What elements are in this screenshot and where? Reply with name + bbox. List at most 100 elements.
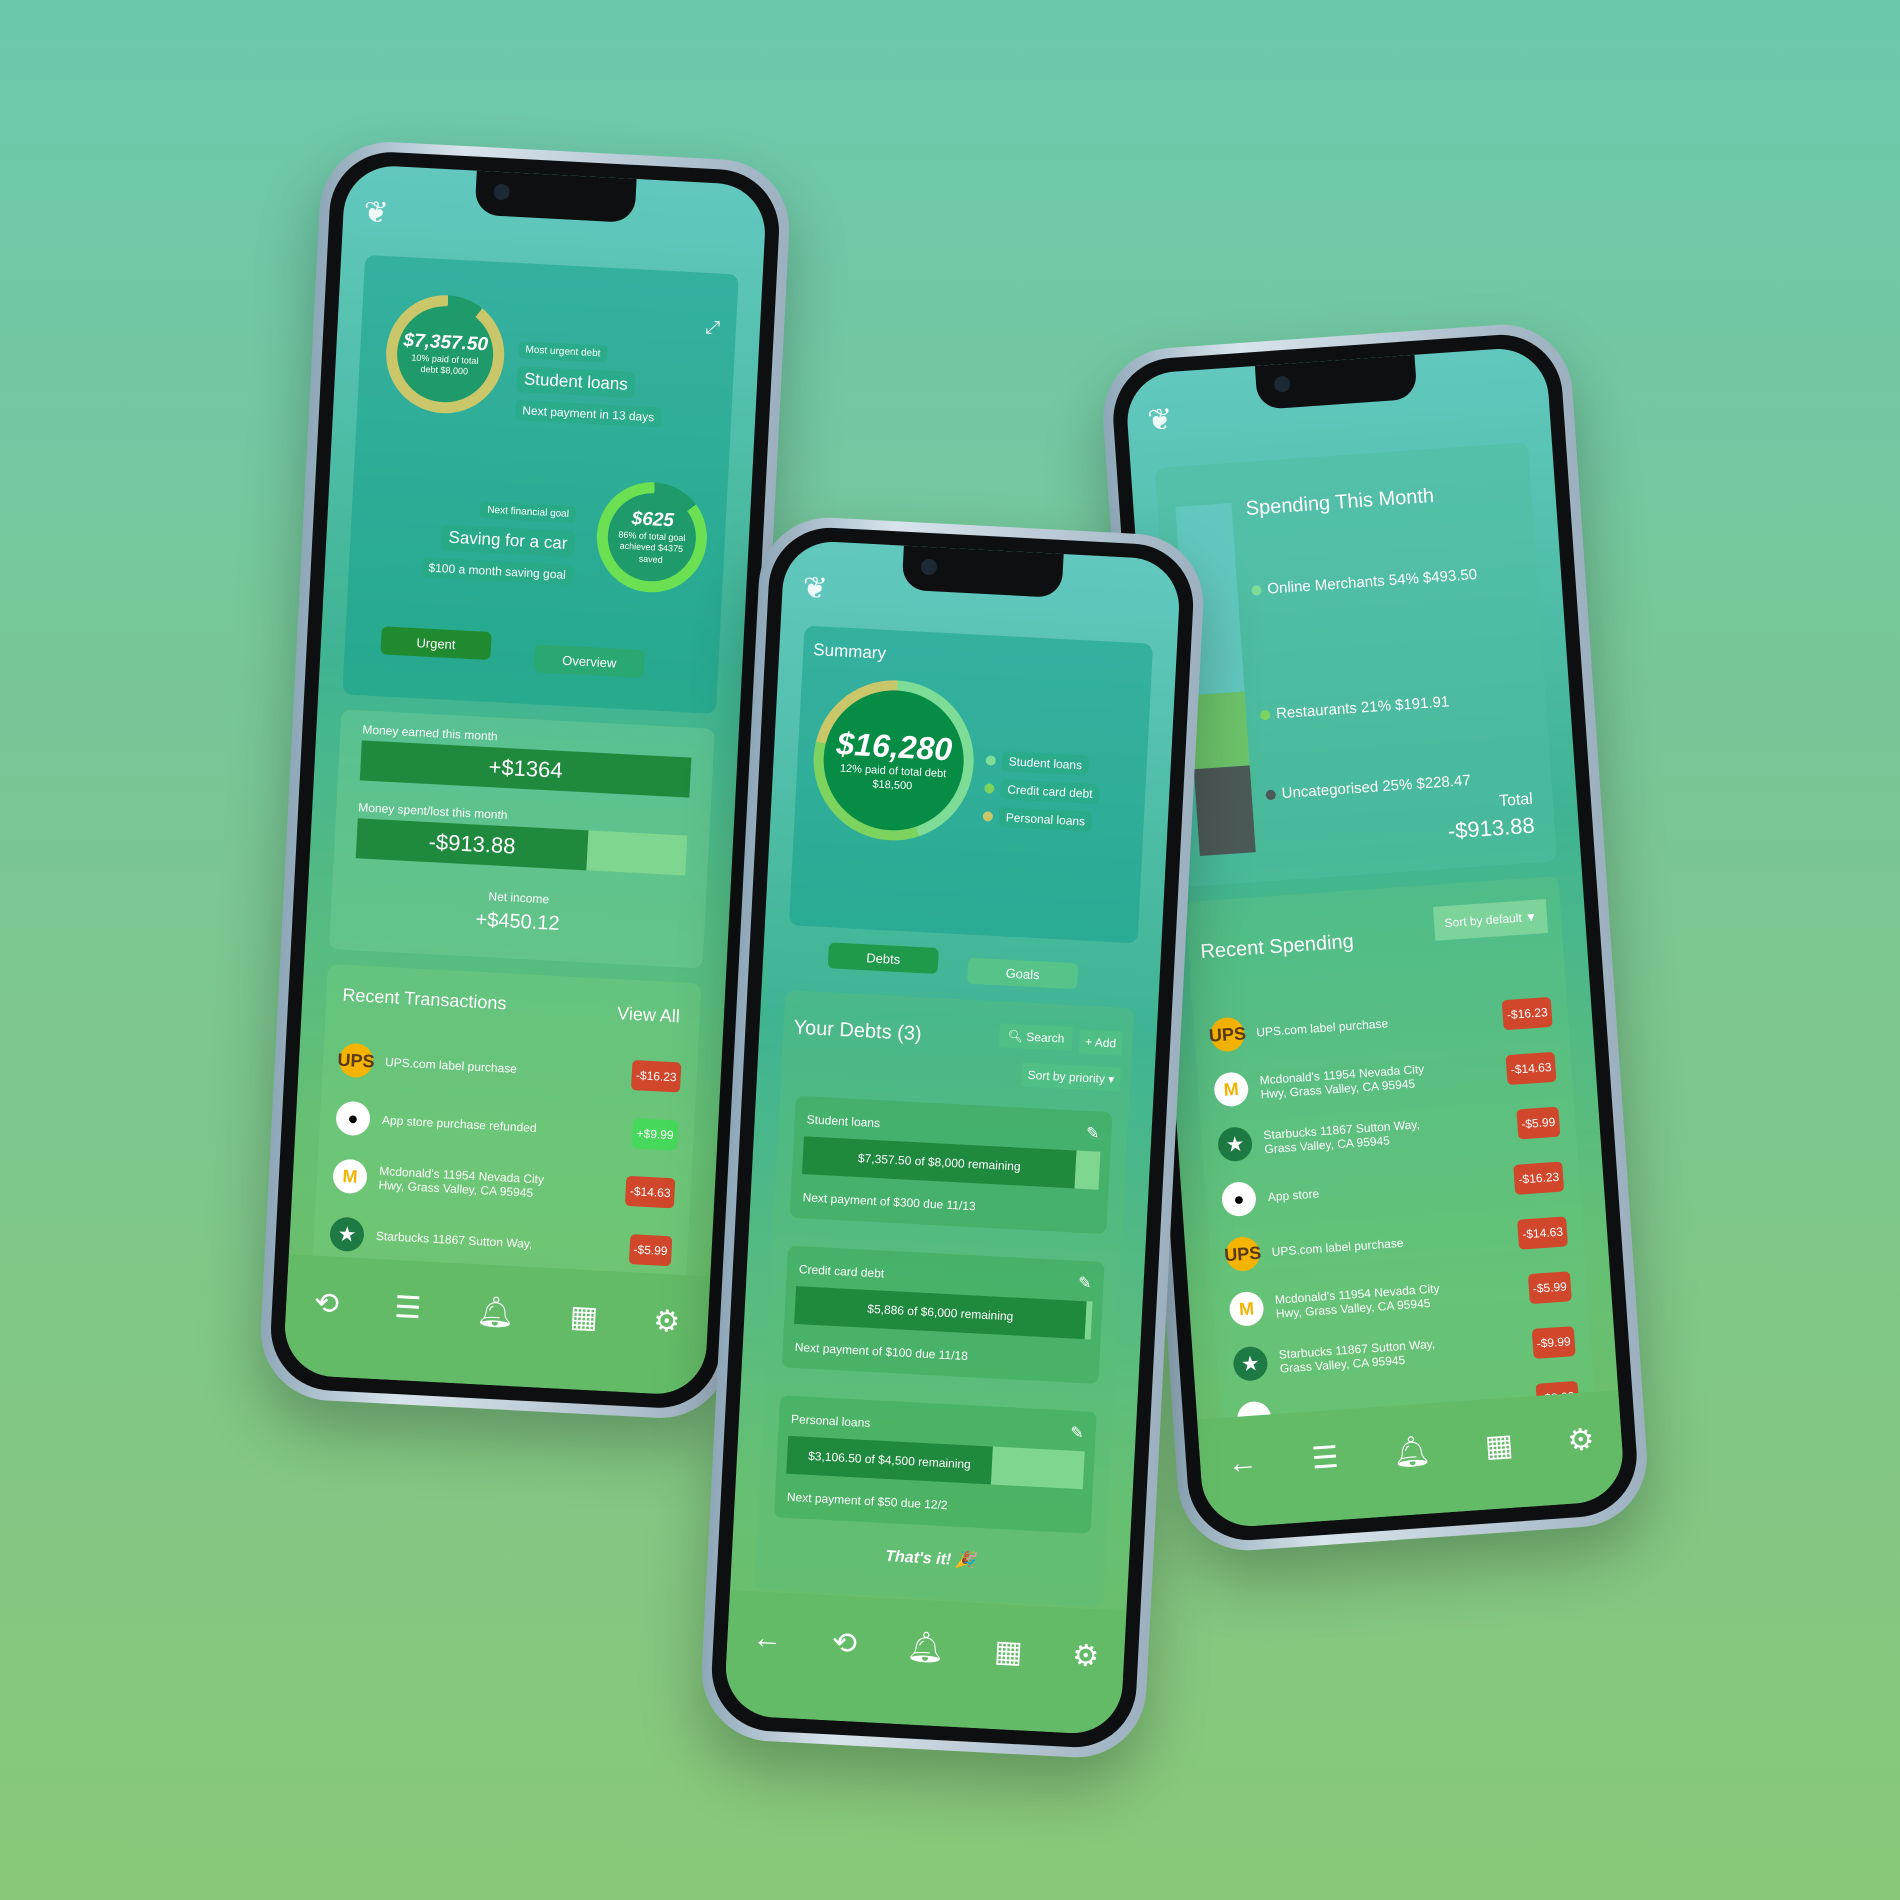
view-all-link[interactable]: View All bbox=[617, 1003, 681, 1027]
legend-item: Credit card debt bbox=[984, 778, 1101, 805]
legend-label: Student loans bbox=[1001, 751, 1090, 776]
legend-dot bbox=[1259, 709, 1271, 721]
phone-debts: ❦ Summary $16,280 12% paid of total debt … bbox=[698, 514, 1207, 1761]
category-text: Online Merchants 54% $493.50 bbox=[1266, 566, 1478, 598]
gear-icon[interactable]: ⚙ bbox=[652, 1303, 681, 1339]
summary-debt-ring: $16,280 12% paid of total debt $18,500 bbox=[809, 676, 978, 845]
ups-logo: UPS bbox=[1208, 1016, 1247, 1053]
apple-logo: ● bbox=[1220, 1180, 1258, 1218]
debt-item[interactable]: Student loans ✎ $7,357.50 of $8,000 remain… bbox=[789, 1095, 1113, 1235]
spending-category-label: Restaurants 21% $191.91 bbox=[1259, 693, 1450, 723]
legend-dot bbox=[985, 754, 997, 766]
tab-goals[interactable]: Goals bbox=[967, 957, 1079, 990]
transaction-amount: -$14.63 bbox=[1505, 1051, 1557, 1086]
apple-logo: ● bbox=[335, 1100, 371, 1137]
spending-segment bbox=[1193, 764, 1256, 857]
transaction-name: Mcdonald's 11954 Nevada City Hwy, Grass … bbox=[378, 1163, 545, 1200]
sort-dropdown[interactable]: Sort by default ▼ bbox=[1433, 898, 1549, 941]
calendar-icon[interactable]: ▦ bbox=[569, 1299, 599, 1335]
ups-logo: UPS bbox=[337, 1042, 375, 1079]
checklist-icon[interactable]: ☰ bbox=[1311, 1440, 1340, 1477]
add-debt-button[interactable]: + Add bbox=[1078, 1029, 1123, 1056]
transaction-name: App store bbox=[1267, 1186, 1320, 1205]
spent-bar: -$913.88 bbox=[355, 818, 688, 876]
transaction-amount: -$5.99 bbox=[1516, 1106, 1561, 1140]
goal-amount: $625 bbox=[631, 508, 675, 532]
edit-icon[interactable]: ✎ bbox=[1070, 1423, 1084, 1444]
spent-value: -$913.88 bbox=[355, 818, 589, 871]
urgent-debt-next: Next payment in 13 days bbox=[514, 400, 662, 428]
total-label: Total bbox=[1498, 790, 1534, 810]
back-arrow-icon[interactable]: ← bbox=[751, 1621, 784, 1657]
back-arrow-icon[interactable]: ← bbox=[1226, 1446, 1258, 1482]
bell-icon[interactable]: 🔔︎ bbox=[906, 1629, 946, 1666]
money-icon[interactable]: ⟲ bbox=[831, 1625, 858, 1661]
debt-remaining: $3,106.50 of $4,500 remaining bbox=[786, 1435, 993, 1485]
spending-card: Spending This Month Online Merchants 54%… bbox=[1154, 442, 1558, 888]
transaction-name: UPS.com label purchase bbox=[384, 1055, 518, 1076]
gear-icon[interactable]: ⚙ bbox=[1566, 1422, 1595, 1459]
spending-category-label: Uncategorised 25% $228.47 bbox=[1265, 772, 1471, 803]
spending-screen: ❦ Spending This Month Online Merchants 5… bbox=[1124, 345, 1626, 1530]
summary-amount: $16,280 bbox=[835, 725, 954, 768]
earned-label: Money earned this month bbox=[362, 722, 499, 744]
bell-icon[interactable]: 🔔︎ bbox=[476, 1294, 516, 1331]
expand-icon[interactable]: ⤢ bbox=[705, 317, 720, 339]
spending-title: Spending This Month bbox=[1245, 484, 1435, 520]
urgent-button[interactable]: Urgent bbox=[380, 626, 492, 661]
transaction-name: Mcdonald's 11954 Nevada City Hwy, Grass … bbox=[1274, 1281, 1440, 1321]
mcdonalds-logo: M bbox=[1228, 1290, 1265, 1328]
goal-ring: $625 86% of total goal achieved $4375 sav… bbox=[594, 479, 710, 596]
tab-debts[interactable]: Debts bbox=[827, 942, 939, 974]
debt-progress-bar: $7,357.50 of $8,000 remaining bbox=[801, 1136, 1101, 1190]
mcdonalds-logo: M bbox=[1213, 1071, 1250, 1108]
total-value: -$913.88 bbox=[1447, 812, 1536, 844]
calendar-icon[interactable]: ▦ bbox=[1484, 1428, 1515, 1465]
checklist-icon[interactable]: ☰ bbox=[393, 1290, 422, 1326]
search-label: Search bbox=[1025, 1029, 1065, 1046]
notch bbox=[901, 545, 1064, 598]
overview-button[interactable]: Overview bbox=[533, 644, 645, 679]
search-button[interactable]: 🔍︎ Search bbox=[999, 1023, 1073, 1052]
urgent-debt-ring: $7,357.50 10% paid of total debt $8,000 bbox=[383, 292, 508, 417]
app-logo: ❦ bbox=[1146, 402, 1174, 438]
calendar-icon[interactable]: ▦ bbox=[993, 1634, 1023, 1670]
transaction-amount: -$14.63 bbox=[1517, 1216, 1569, 1250]
transaction-row[interactable]: M Mcdonald's 11954 Nevada City Hwy, Grass… bbox=[332, 1151, 676, 1219]
transactions-title: Recent Transactions bbox=[341, 984, 507, 1014]
debts-screen: ❦ Summary $16,280 12% paid of total debt … bbox=[723, 539, 1182, 1736]
app-logo: ❦ bbox=[801, 571, 829, 606]
debt-item[interactable]: Credit card debt ✎ $5,886 of $6,000 remain… bbox=[781, 1245, 1105, 1384]
urgent-debt-caption: 10% paid of total debt $8,000 bbox=[411, 352, 479, 377]
debt-progress-bar: $5,886 of $6,000 remaining bbox=[794, 1286, 1093, 1340]
bottom-nav: ← ⟲ 🔔︎ ▦ ⚙ bbox=[723, 1589, 1127, 1736]
transaction-name: UPS.com label purchase bbox=[1271, 1235, 1404, 1259]
transaction-row[interactable]: UPS UPS.com label purchase -$16.23 bbox=[337, 1035, 682, 1103]
transaction-row[interactable]: ● App store purchase refunded +$9.99 bbox=[335, 1093, 679, 1161]
transaction-amount: -$14.63 bbox=[625, 1175, 676, 1209]
transaction-amount: -$5.99 bbox=[1527, 1271, 1572, 1305]
gear-icon[interactable]: ⚙ bbox=[1071, 1638, 1100, 1674]
transaction-name: Mcdonald's 11954 Nevada City Hwy, Grass … bbox=[1259, 1061, 1425, 1102]
summary-card: Summary $16,280 12% paid of total debt $1… bbox=[788, 625, 1154, 944]
sort-dropdown[interactable]: Sort by priority ▾ bbox=[1021, 1062, 1121, 1092]
urgent-debt-label: Most urgent debt bbox=[518, 341, 608, 363]
bell-icon[interactable]: 🔔︎ bbox=[1392, 1433, 1432, 1471]
edit-icon[interactable]: ✎ bbox=[1078, 1273, 1092, 1294]
debt-name: Personal loans bbox=[790, 1411, 871, 1431]
edit-icon[interactable]: ✎ bbox=[1085, 1123, 1100, 1144]
goal-caption: 86% of total goal achieved $4375 saved bbox=[618, 529, 686, 565]
app-logo: ❦ bbox=[362, 195, 390, 231]
notch bbox=[1254, 354, 1418, 410]
mcdonalds-logo: M bbox=[332, 1158, 368, 1195]
summary-title: Summary bbox=[812, 640, 887, 663]
transaction-amount: -$5.99 bbox=[628, 1234, 673, 1267]
debt-progress-bar: $3,106.50 of $4,500 remaining bbox=[786, 1435, 1085, 1490]
debt-next-payment: Next payment of $100 due 11/18 bbox=[794, 1340, 969, 1364]
category-text: Restaurants 21% $191.91 bbox=[1275, 693, 1450, 723]
transaction-name: Starbucks 11867 Sutton Way, Grass Valley… bbox=[1278, 1336, 1436, 1376]
money-icon[interactable]: ⟲ bbox=[313, 1286, 340, 1322]
debt-item[interactable]: Personal loans ✎ $3,106.50 of $4,500 remai… bbox=[773, 1395, 1097, 1534]
category-text: Uncategorised 25% $228.47 bbox=[1281, 771, 1472, 803]
legend-item: Personal loans bbox=[982, 806, 1098, 832]
